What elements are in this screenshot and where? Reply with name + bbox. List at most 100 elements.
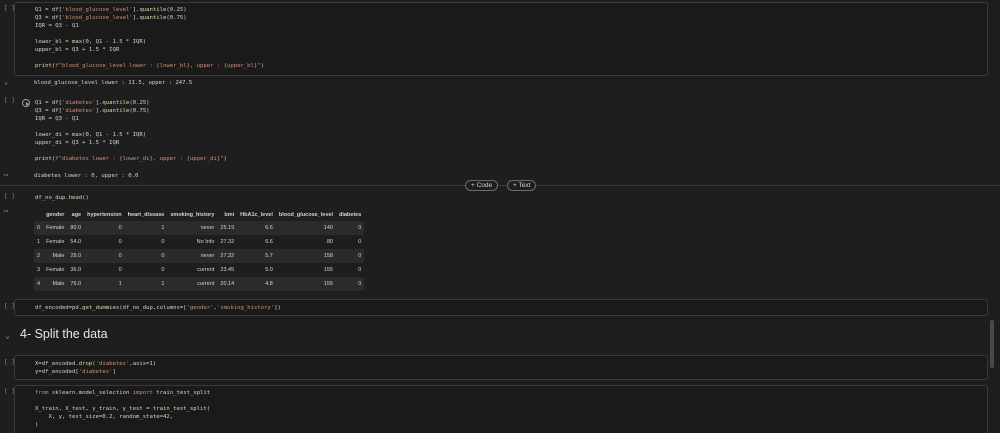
code-line: Q1 = df['blood_glucose_level'].quantile(… [35, 7, 187, 13]
table-cell: 27.32 [217, 235, 238, 249]
code-line: upper_di = Q3 + 1.5 * IQR [35, 140, 120, 146]
table-cell: 0 [124, 249, 168, 263]
table-header-row: gender age hypertension heart_disease sm… [34, 208, 364, 221]
table-cell: 25.19 [217, 221, 238, 235]
column-header: smoking_history [170, 211, 215, 218]
table-cell: 80.0 [67, 221, 85, 235]
table-cell: never [167, 221, 218, 235]
table-cell: Female [43, 263, 68, 277]
table-row: 4 Male 76.0 1 1 current 20.14 4.8 155 0 [34, 277, 365, 291]
code-line: Q1 = df['diabetes'].quantile(0.25) [35, 100, 150, 106]
table-cell: Male [43, 277, 68, 291]
table-row: 3 Female 36.0 0 0 current 23.45 5.0 155 … [34, 263, 365, 277]
column-header: bmi [224, 211, 235, 218]
table-cell: 28.0 [67, 249, 85, 263]
table-cell: 0 [124, 263, 168, 277]
table-row: 0 Female 80.0 0 1 never 25.19 6.6 140 0 [34, 221, 365, 235]
add-code-button[interactable]: + Code [465, 180, 499, 191]
cell-5-code-editor[interactable]: X=df_encoded.drop('diabetes',axis=1) y=d… [14, 355, 988, 380]
column-header: hypertension [87, 211, 122, 218]
code-line: IQR = Q3 - Q1 [35, 23, 79, 29]
code-line: ) [35, 422, 39, 428]
column-header [34, 208, 43, 221]
code-line: IQR = Q3 - Q1 [35, 116, 79, 122]
table-cell: 0 [335, 249, 365, 263]
table-cell: 0 [84, 235, 125, 249]
scrollbar-thumb[interactable] [990, 320, 994, 368]
code-line: print(f"diabetes lower : {lower_di}, upp… [35, 156, 227, 162]
table-cell: 158 [275, 249, 336, 263]
table-cell: 0 [335, 235, 365, 249]
column-header: heart_disease [127, 211, 165, 218]
table-cell: 0 [124, 235, 168, 249]
code-line: X=df_encoded.drop('diabetes',axis=1) [35, 361, 157, 367]
code-line: print(f"blood_glucose_level lower : {low… [35, 63, 265, 69]
table-cell: 0 [84, 263, 125, 277]
table-cell: 4.8 [237, 277, 276, 291]
code-line: df_encoded=pd.get_dummies(df_no_dup,colu… [35, 305, 281, 311]
column-header: HbA1c_level [240, 211, 273, 218]
code-line: X_train, X_test, y_train, y_test = train… [35, 406, 211, 412]
cell-1-output: blood_glucose_level lower : 11.5, upper … [34, 80, 193, 86]
output-collapse-icon[interactable]: ⌄ [4, 78, 8, 86]
table-row: 2 Male 28.0 0 0 never 27.32 5.7 158 0 [34, 249, 365, 263]
table-cell: 20.14 [217, 277, 238, 291]
column-header: blood_glucose_level [278, 211, 333, 218]
table-cell: 80 [275, 235, 336, 249]
add-text-button[interactable]: + Text [507, 180, 537, 191]
table-cell: 2 [34, 249, 44, 263]
column-header: gender [46, 211, 65, 218]
code-line: Q3 = df['blood_glucose_level'].quantile(… [35, 15, 187, 21]
table-cell: No Info [167, 235, 218, 249]
table-cell: 1 [34, 235, 44, 249]
code-line: lower_di = max(0, Q1 - 1.5 * IQR) [35, 132, 147, 138]
table-cell: 54.0 [67, 235, 85, 249]
cell-2-output: diabetes lower : 0, upper : 0.0 [34, 173, 139, 179]
table-cell: current [167, 277, 218, 291]
table-cell: 0 [84, 221, 125, 235]
table-cell: 155 [275, 277, 336, 291]
table-cell: 140 [275, 221, 336, 235]
table-cell: 0 [335, 263, 365, 277]
output-menu-icon[interactable]: ⋯ [4, 207, 8, 215]
dataframe-table: gender age hypertension heart_disease sm… [34, 208, 365, 291]
table-row: 1 Female 54.0 0 0 No Info 27.32 6.6 80 0 [34, 235, 365, 249]
code-line: df_no_dup.head() [35, 195, 89, 201]
output-menu-icon[interactable]: ⋯ [4, 171, 8, 179]
table-cell: 23.45 [217, 263, 238, 277]
code-line: X, y, test_size=0.2, random_state=42, [35, 414, 174, 420]
table-cell: Female [43, 221, 68, 235]
cell-3-code-editor[interactable]: df_no_dup.head() [14, 191, 988, 204]
table-cell: 5.7 [237, 249, 276, 263]
section-collapse-icon[interactable]: ⌄ [5, 331, 10, 340]
table-cell: never [167, 249, 218, 263]
table-cell: 27.32 [217, 249, 238, 263]
code-line: y=df_encoded['diabetes'] [35, 369, 116, 375]
table-cell: 0 [84, 249, 125, 263]
column-header: diabetes [338, 211, 362, 218]
table-cell: 1 [124, 277, 168, 291]
cell-4-code-editor[interactable]: df_encoded=pd.get_dummies(df_no_dup,colu… [14, 299, 988, 316]
code-line: from sklearn.model_selection import trai… [35, 390, 211, 396]
table-cell: 5.0 [237, 263, 276, 277]
table-cell: 6.6 [237, 235, 276, 249]
table-cell: 0 [335, 277, 365, 291]
cell-6-code-editor[interactable]: from sklearn.model_selection import trai… [14, 385, 988, 433]
table-cell: 1 [124, 221, 168, 235]
table-cell: 36.0 [67, 263, 85, 277]
cell-divider [0, 185, 1000, 186]
table-cell: Female [43, 235, 68, 249]
table-cell: 3 [34, 263, 44, 277]
table-cell: 4 [34, 277, 44, 291]
cell-2-code-editor[interactable]: Q1 = df['diabetes'].quantile(0.25) Q3 = … [14, 95, 988, 169]
table-cell: 155 [275, 263, 336, 277]
section-heading: 4- Split the data [20, 327, 108, 341]
table-cell: 0 [335, 221, 365, 235]
cell-1-code-editor[interactable]: Q1 = df['blood_glucose_level'].quantile(… [14, 2, 988, 76]
code-line: upper_bl = Q3 + 1.5 * IQR [35, 47, 120, 53]
